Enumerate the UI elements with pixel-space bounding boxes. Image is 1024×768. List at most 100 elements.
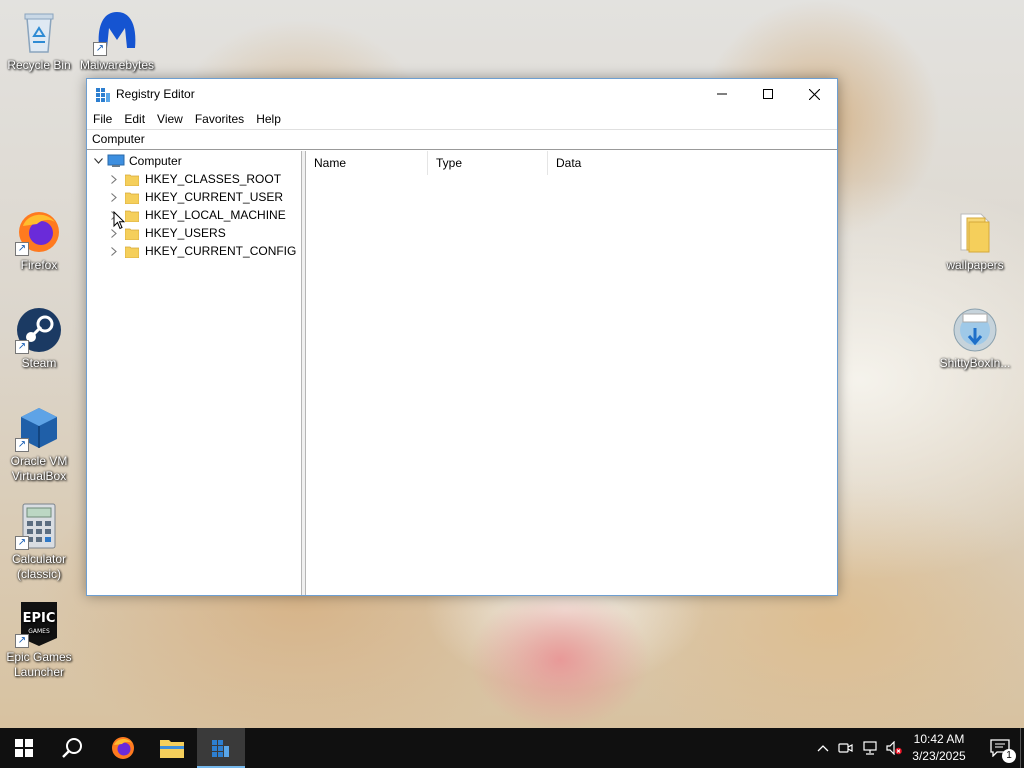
folder-icon [124,209,140,223]
show-desktop-button[interactable] [1020,728,1024,768]
tree-item-label: HKEY_CLASSES_ROOT [145,172,282,186]
chevron-up-icon[interactable] [815,740,831,756]
tree-item-hklm[interactable]: HKEY_LOCAL_MACHINE [109,206,299,224]
tree-item-hkcc[interactable]: HKEY_CURRENT_CONFIG [109,242,299,260]
svg-text:GAMES: GAMES [28,628,50,635]
installer-icon [951,306,999,354]
desktop-icon-label: Steam [21,356,57,370]
regedit-icon [212,740,229,757]
recycle-bin-icon [15,8,63,56]
clock-date: 3/23/2025 [912,749,966,763]
search-icon [62,738,82,758]
column-header-name[interactable]: Name [306,151,428,175]
window-title: Registry Editor [116,87,195,101]
desktop-icon-virtualbox[interactable]: ↗ Oracle VM VirtualBox [1,404,77,484]
folder-icon [124,173,140,187]
firefox-icon [112,737,134,759]
volume-muted-icon[interactable] [886,740,902,756]
menu-file[interactable]: File [87,109,118,126]
network-icon[interactable] [862,740,878,756]
minimize-button[interactable] [699,79,745,109]
tree-item-computer[interactable]: Computer [93,152,293,170]
desktop: Recycle Bin ↗ Malwarebytes ↗ Firefox ↗ S… [0,0,1024,728]
firefox-icon: ↗ [15,208,63,256]
column-header-data[interactable]: Data [548,151,748,175]
taskbar: 10:42 AM 3/23/2025 1 [0,728,1024,768]
tree-item-label: HKEY_USERS [145,226,226,240]
tree-item-label: HKEY_CURRENT_USER [145,190,284,204]
desktop-icon-label: Firefox [20,258,58,272]
desktop-icon-steam[interactable]: ↗ Steam [1,306,77,371]
epic-games-icon: EPIC GAMES ↗ [15,600,63,648]
action-center-button[interactable]: 1 [976,728,1024,768]
taskbar-file-explorer[interactable] [148,728,196,768]
svg-text:EPIC: EPIC [23,611,56,626]
title-bar[interactable]: Registry Editor [87,79,837,109]
desktop-icon-label: ShittyBoxIn... [939,356,1011,370]
desktop-icon-malwarebytes[interactable]: ↗ Malwarebytes [79,8,155,73]
start-icon [15,739,33,757]
shortcut-arrow-icon: ↗ [15,438,29,452]
tree-item-hkcu[interactable]: HKEY_CURRENT_USER [109,188,299,206]
steam-icon: ↗ [15,306,63,354]
desktop-icon-installer[interactable]: ShittyBoxIn... [937,306,1013,371]
folder-icon [124,245,140,259]
chevron-down-icon[interactable] [93,152,103,170]
folder-icon [124,227,140,241]
maximize-icon [763,89,773,99]
menu-favorites[interactable]: Favorites [189,109,250,126]
tree-item-hkcr[interactable]: HKEY_CLASSES_ROOT [109,170,299,188]
key-tree-pane[interactable]: Computer HKEY_CLASSES_ROOT HKEY_CURRENT_… [87,151,302,595]
tree-item-label: HKEY_CURRENT_CONFIG [145,244,297,258]
taskbar-clock[interactable]: 10:42 AM 3/23/2025 [904,731,974,765]
close-button[interactable] [791,79,837,109]
folder-icon [951,208,999,256]
registry-editor-window[interactable]: Registry Editor File Edit View Favorites Hel… [86,78,838,596]
desktop-icon-label: Epic Games Launcher [6,650,72,679]
minimize-icon [717,93,727,95]
regedit-icon [95,87,111,103]
menu-edit[interactable]: Edit [118,109,151,126]
shortcut-arrow-icon: ↗ [15,536,29,550]
tree-item-label: Computer [129,154,182,168]
mouse-cursor-icon [113,210,126,233]
menu-view[interactable]: View [151,109,189,126]
calculator-icon: ↗ [15,502,63,550]
shortcut-arrow-icon: ↗ [15,242,29,256]
file-explorer-icon [160,740,184,758]
desktop-icon-label: Oracle VM VirtualBox [10,454,68,483]
desktop-icon-epic-games[interactable]: EPIC GAMES ↗ Epic Games Launcher [1,600,77,680]
malwarebytes-icon: ↗ [93,8,141,56]
desktop-icon-wallpapers[interactable]: wallpapers [937,208,1013,273]
maximize-button[interactable] [745,79,791,109]
menu-bar: File Edit View Favorites Help [87,109,837,129]
folder-icon [124,191,140,205]
column-header-type[interactable]: Type [428,151,548,175]
notification-count-badge: 1 [1002,749,1016,763]
address-bar[interactable]: Computer [87,129,837,150]
desktop-icon-recycle-bin[interactable]: Recycle Bin [1,8,77,73]
desktop-icon-firefox[interactable]: ↗ Firefox [1,208,77,273]
virtualbox-icon: ↗ [15,404,63,452]
desktop-icon-label: Malwarebytes [79,58,155,72]
desktop-icon-calculator[interactable]: ↗ Calculator (classic) [1,502,77,582]
values-list-pane[interactable]: Name Type Data [306,151,837,595]
tree-item-hku[interactable]: HKEY_USERS [109,224,299,242]
chevron-right-icon[interactable] [109,242,119,260]
taskbar-registry-editor[interactable] [197,728,245,768]
chevron-right-icon[interactable] [109,170,119,188]
taskbar-firefox[interactable] [99,728,147,768]
desktop-icon-label: Calculator (classic) [11,552,67,581]
chevron-right-icon[interactable] [109,188,119,206]
desktop-icon-label: wallpapers [946,258,1004,272]
shortcut-arrow-icon: ↗ [93,42,107,56]
close-icon [808,88,820,100]
content-panes: Computer HKEY_CLASSES_ROOT HKEY_CURRENT_… [87,151,837,595]
menu-help[interactable]: Help [250,109,287,126]
meet-now-icon[interactable] [838,740,854,756]
search-button[interactable] [48,728,96,768]
desktop-icon-label: Recycle Bin [7,58,71,72]
start-button[interactable] [0,728,48,768]
clock-time: 10:42 AM [913,732,965,746]
shortcut-arrow-icon: ↗ [15,340,29,354]
